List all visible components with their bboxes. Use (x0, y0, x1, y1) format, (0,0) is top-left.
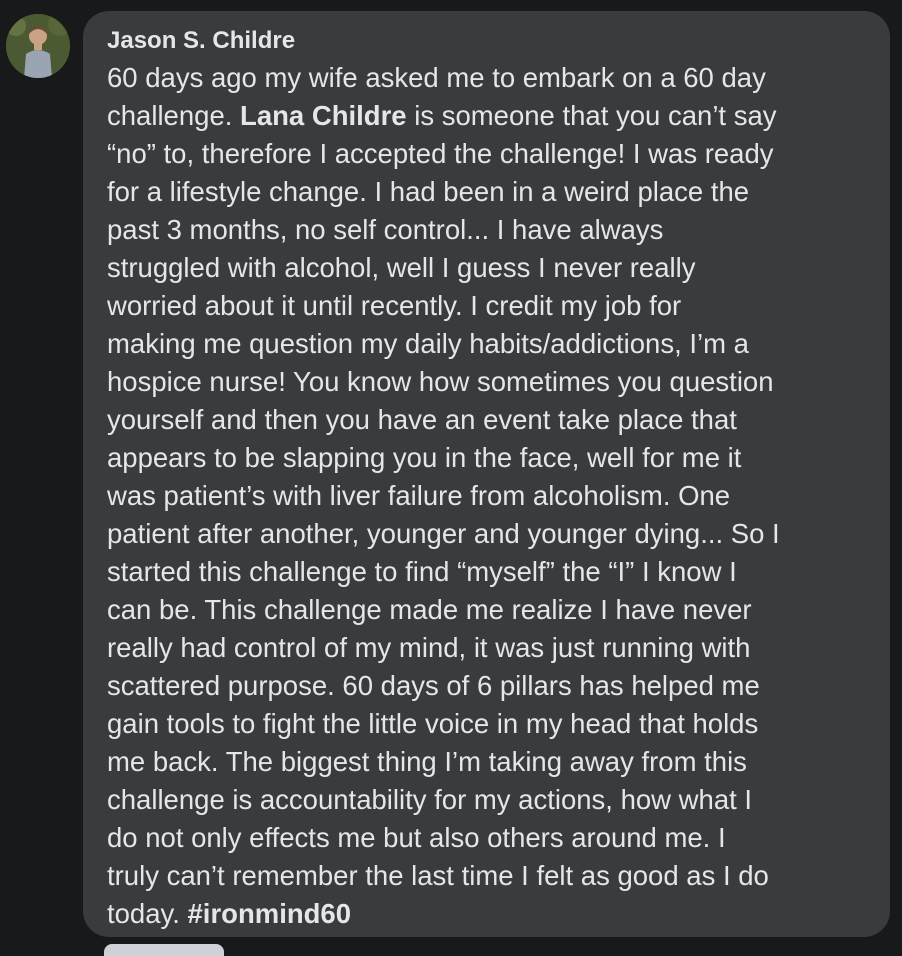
comment-line: me back. The biggest thing I’m taking aw… (107, 746, 747, 777)
comment-line: struggled with alcohol, well I guess I n… (107, 252, 696, 283)
comment-line: appears to be slapping you in the face, … (107, 442, 742, 473)
comment-line-rest: is someone that you can’t say (414, 100, 777, 131)
comment-line: today. #ironmind60 (107, 895, 872, 933)
author-avatar[interactable] (6, 14, 70, 78)
comment-line: patient after another, younger and young… (107, 518, 780, 549)
comment-line: truly can’t remember the last time I fel… (107, 860, 769, 891)
comment-line: can be. This challenge made me realize I… (107, 594, 752, 625)
comment-line: worried about it until recently. I credi… (107, 290, 682, 321)
comment-line: past 3 months, no self control... I have… (107, 214, 664, 245)
comment-line: really had control of my mind, it was ju… (107, 632, 751, 663)
comment-line: hospice nurse! You know how sometimes yo… (107, 366, 774, 397)
comment-line-text: today. (107, 898, 180, 929)
comment-line: do not only effects me but also others a… (107, 822, 726, 853)
comment-line: was patient’s with liver failure from al… (107, 480, 731, 511)
comment-line: “no” to, therefore I accepted the challe… (107, 138, 774, 169)
comment-line: gain tools to fight the little voice in … (107, 708, 759, 739)
comment-text: 60 days ago my wife asked me to embark o… (107, 59, 872, 933)
comment-line: challenge is accountability for my actio… (107, 784, 753, 815)
comment-line: making me question my daily habits/addic… (107, 328, 749, 359)
avatar-photo (6, 14, 70, 78)
hashtag-link[interactable]: #ironmind60 (188, 898, 352, 929)
comment-line: scattered purpose. 60 days of 6 pillars … (107, 670, 760, 701)
comment-line: yourself and then you have an event take… (107, 404, 737, 435)
comment-line: challenge. Lana Childre is someone that … (107, 97, 872, 135)
next-element-peek (104, 944, 224, 956)
comment-line: 60 days ago my wife asked me to embark o… (107, 62, 766, 93)
comment-line: for a lifestyle change. I had been in a … (107, 176, 750, 207)
mention-link[interactable]: Lana Childre (240, 100, 407, 131)
comment-author[interactable]: Jason S. Childre (107, 26, 295, 56)
comment-line: started this challenge to find “myself” … (107, 556, 737, 587)
comment-line-prefix: challenge. (107, 100, 233, 131)
